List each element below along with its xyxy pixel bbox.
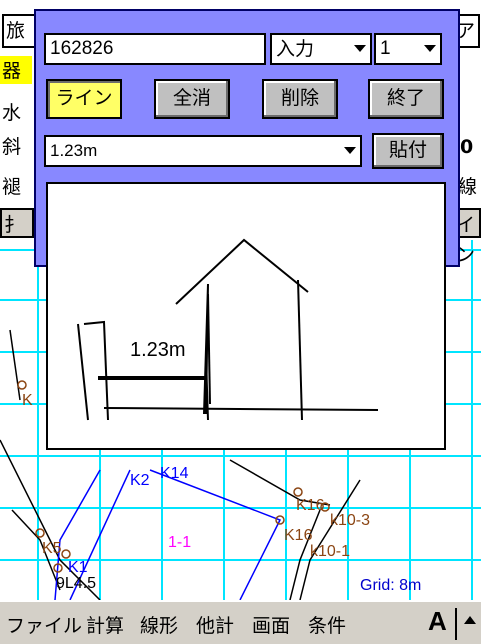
- sketch-dimension-label: 1.23m: [130, 339, 186, 361]
- label-k1: K1: [68, 559, 88, 576]
- menu-other-calc[interactable]: 他計: [196, 611, 234, 638]
- label-k5: K5: [42, 540, 62, 557]
- chevron-down-icon: [354, 45, 366, 52]
- bg-right-cell-2: 0: [458, 132, 480, 160]
- label-k10-3: k10-3: [330, 512, 370, 529]
- chevron-down-icon: [424, 45, 436, 52]
- label-k10-1: k10-1: [310, 543, 350, 560]
- delete-button[interactable]: 削除: [262, 79, 338, 119]
- chevron-down-icon: [344, 147, 356, 154]
- label-k-left: K: [22, 392, 33, 409]
- menu-screen[interactable]: 画面: [252, 611, 290, 638]
- menu-calc[interactable]: 計算: [86, 611, 124, 638]
- bg-row-label-2: 水: [0, 98, 32, 126]
- sketch-drawing: 1.23m: [77, 238, 379, 421]
- paste-button[interactable]: 貼付: [372, 133, 444, 169]
- number-field[interactable]: 162826: [44, 33, 266, 65]
- sketch-canvas[interactable]: 1.23m: [46, 182, 446, 450]
- label-point-45: 9L4.5: [56, 575, 96, 592]
- count-select[interactable]: 1: [374, 33, 442, 65]
- line-button[interactable]: ライン: [46, 79, 122, 119]
- label-k16-top: K16: [296, 497, 325, 514]
- menu-separator: [455, 608, 457, 640]
- label-area: 1-1: [168, 534, 191, 551]
- label-k14: K14: [160, 465, 189, 482]
- clear-all-button[interactable]: 全消: [154, 79, 230, 119]
- scroll-up-icon[interactable]: [464, 616, 476, 624]
- finish-button[interactable]: 終了: [368, 79, 444, 119]
- bg-title-cell: 旅: [2, 14, 36, 48]
- mode-select[interactable]: 入力: [270, 33, 372, 65]
- distance-select[interactable]: 1.23m: [44, 135, 362, 167]
- label-k2: K2: [130, 472, 150, 489]
- menu-file[interactable]: ファイル: [6, 611, 82, 638]
- bg-row-label-4: 褪: [0, 172, 32, 200]
- menu-alignment[interactable]: 線形: [140, 611, 178, 638]
- menu-conditions[interactable]: 条件: [308, 611, 346, 638]
- menu-bar: ファイル 計算 線形 他計 画面 条件 A: [0, 600, 481, 644]
- bg-row-label-3: 斜: [0, 132, 32, 160]
- grid-size-label: Grid: 8m: [360, 577, 421, 594]
- bg-row-label-1: 器: [0, 56, 32, 84]
- bg-row-button[interactable]: 扌: [0, 208, 34, 238]
- label-k16-bottom: K16: [284, 527, 313, 544]
- input-mode-indicator[interactable]: A: [428, 606, 447, 637]
